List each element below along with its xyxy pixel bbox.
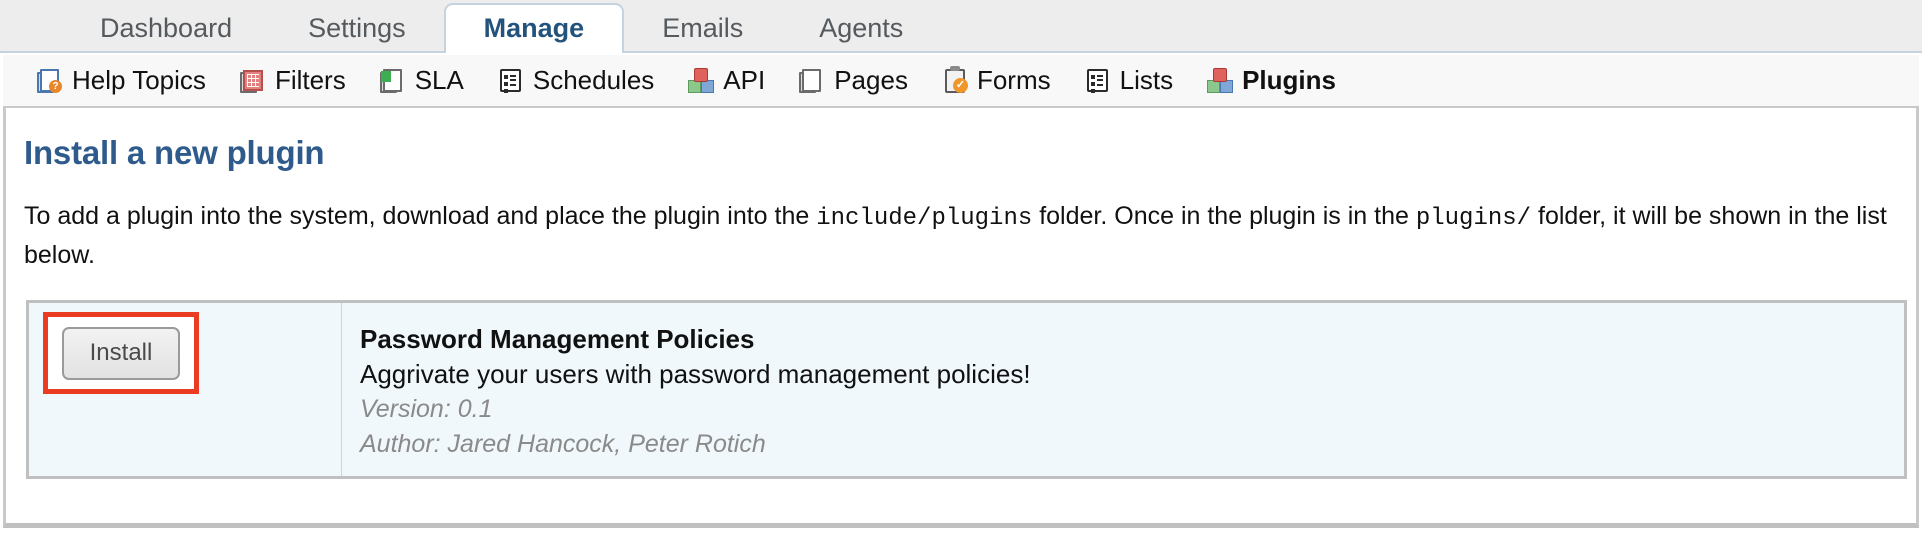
subnav-item-api[interactable]: API bbox=[688, 65, 765, 96]
code-include-plugins: include/plugins bbox=[816, 205, 1033, 232]
tab-settings[interactable]: Settings bbox=[270, 5, 444, 51]
plugin-list-table: Install Password Management Policies Agg… bbox=[26, 300, 1907, 479]
tab-manage[interactable]: Manage bbox=[443, 3, 625, 53]
table-row: Install Password Management Policies Agg… bbox=[27, 301, 1906, 478]
page-description: To add a plugin into the system, downloa… bbox=[24, 198, 1898, 273]
plugin-name: Password Management Policies bbox=[360, 324, 755, 354]
secondary-nav-bar: ? Help Topics Filters SLA Schedules API … bbox=[3, 55, 1919, 108]
tab-agents[interactable]: Agents bbox=[781, 5, 941, 51]
subnav-label-lists: Lists bbox=[1119, 65, 1174, 95]
plugin-author: Author: Jared Hancock, Peter Rotich bbox=[360, 430, 766, 458]
page-title: Install a new plugin bbox=[24, 134, 325, 171]
tab-emails[interactable]: Emails bbox=[624, 5, 781, 51]
plugin-action-cell: Install bbox=[27, 301, 342, 478]
subnav-label-help-topics: Help Topics bbox=[72, 65, 206, 95]
subnav-item-plugins[interactable]: Plugins bbox=[1207, 65, 1336, 96]
install-button-highlight: Install bbox=[43, 312, 199, 394]
plugins-admin-page: Dashboard Settings Manage Emails Agents … bbox=[0, 0, 1922, 534]
subnav-item-lists[interactable]: Lists bbox=[1085, 65, 1173, 96]
help-topics-icon: ? bbox=[37, 68, 63, 94]
subnav-item-filters[interactable]: Filters bbox=[239, 65, 346, 96]
subnav-label-filters: Filters bbox=[274, 65, 346, 95]
primary-tab-bar: Dashboard Settings Manage Emails Agents bbox=[0, 0, 1922, 53]
subnav-item-pages[interactable]: Pages bbox=[799, 65, 908, 96]
subnav-item-help-topics[interactable]: ? Help Topics bbox=[37, 65, 206, 96]
pages-icon bbox=[799, 68, 825, 94]
plugin-description: Aggrivate your users with password manag… bbox=[360, 359, 1031, 389]
schedules-icon bbox=[498, 68, 524, 94]
sla-icon bbox=[379, 68, 406, 94]
plugins-icon bbox=[1207, 67, 1234, 94]
main-content: Install a new plugin To add a plugin int… bbox=[3, 108, 1919, 528]
subnav-label-sla: SLA bbox=[414, 65, 464, 95]
subnav-label-forms: Forms bbox=[976, 65, 1051, 95]
description-part-2: folder. Once in the plugin is in the bbox=[1032, 202, 1416, 230]
subnav-item-sla[interactable]: SLA bbox=[379, 65, 464, 96]
subnav-item-schedules[interactable]: Schedules bbox=[498, 65, 654, 96]
install-button[interactable]: Install bbox=[62, 326, 180, 380]
plugin-version: Version: 0.1 bbox=[360, 395, 493, 423]
tab-dashboard[interactable]: Dashboard bbox=[62, 5, 270, 51]
lists-icon bbox=[1085, 68, 1111, 94]
plugin-info-cell: Password Management Policies Aggrivate y… bbox=[341, 301, 1906, 478]
forms-icon: ✓ bbox=[942, 65, 968, 94]
description-part-1: To add a plugin into the system, downloa… bbox=[24, 202, 817, 230]
subnav-label-pages: Pages bbox=[834, 65, 908, 95]
api-icon bbox=[688, 67, 715, 94]
filters-icon bbox=[239, 68, 266, 94]
subnav-item-forms[interactable]: ✓ Forms bbox=[942, 65, 1051, 96]
subnav-label-plugins: Plugins bbox=[1242, 65, 1336, 95]
subnav-label-api: API bbox=[723, 65, 766, 95]
subnav-label-schedules: Schedules bbox=[532, 65, 655, 95]
code-plugins: plugins/ bbox=[1415, 205, 1532, 232]
